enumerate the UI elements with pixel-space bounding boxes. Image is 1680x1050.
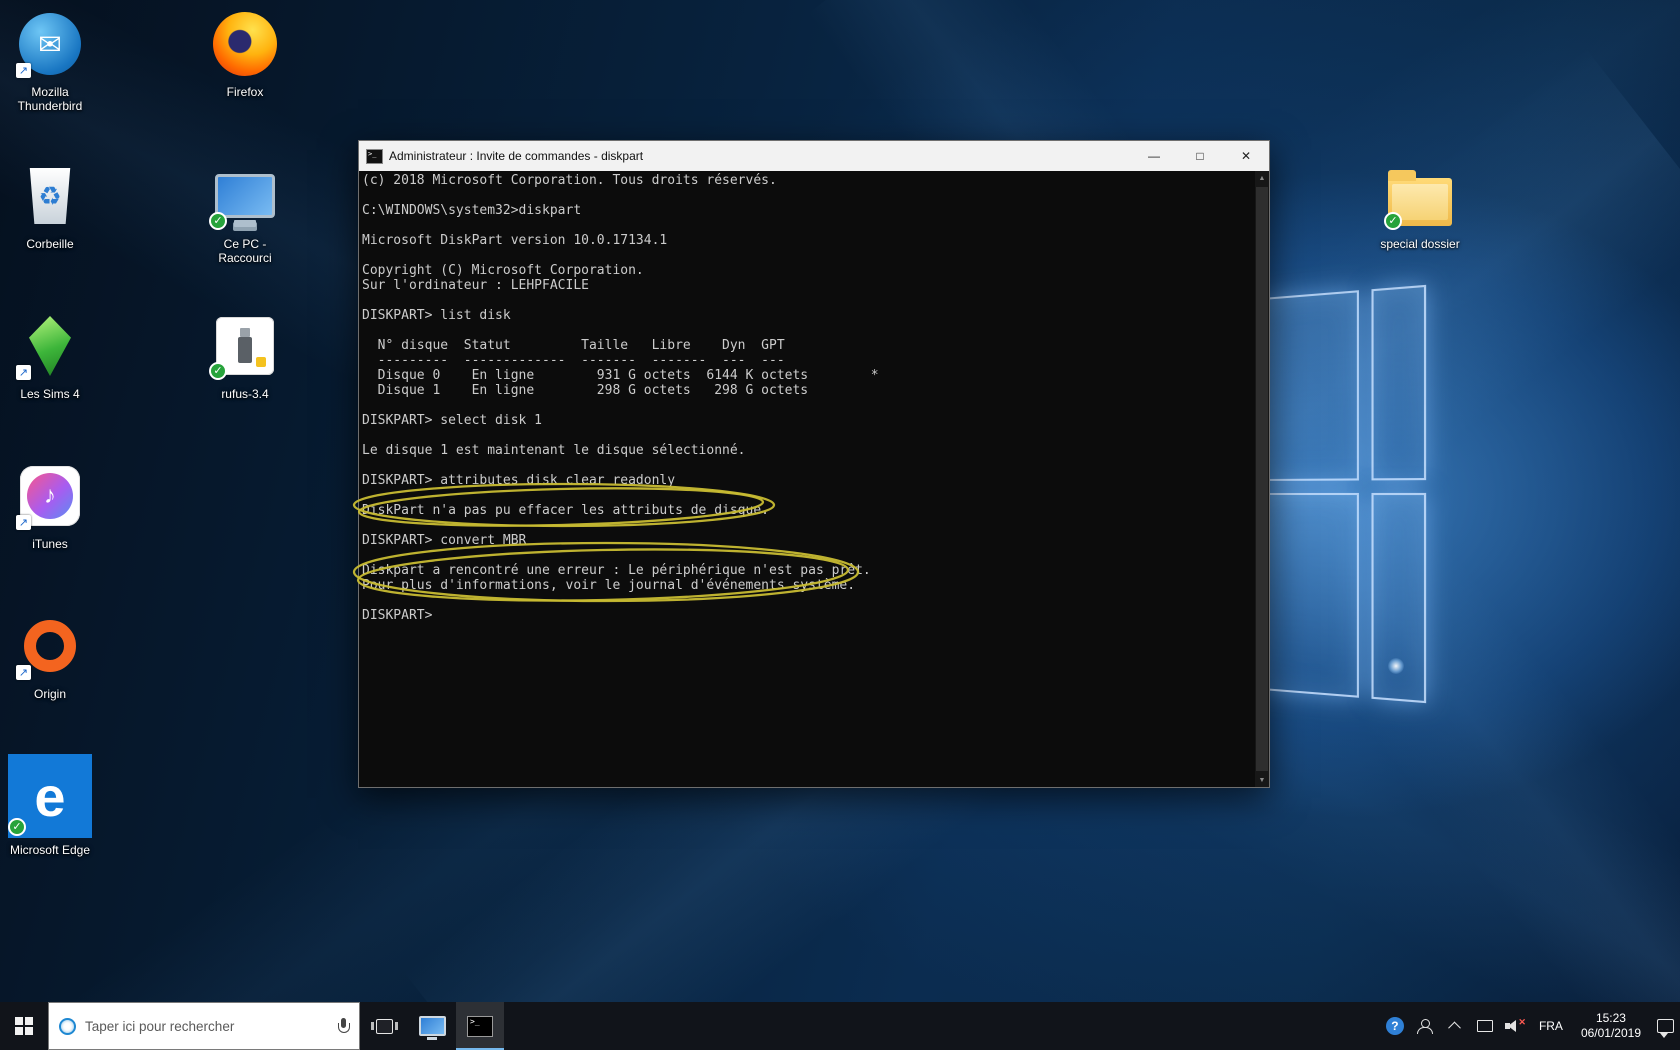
cortana-icon <box>59 1018 76 1035</box>
desktop-icon-label: Mozilla Thunderbird <box>2 85 98 114</box>
scroll-down-icon[interactable]: ▼ <box>1255 773 1269 787</box>
console-window-icon: >_ <box>366 149 383 164</box>
recycle-icon: ♻ <box>38 181 61 212</box>
action-center-button[interactable] <box>1650 1002 1680 1050</box>
cmd-window: >_ Administrateur : Invite de commandes … <box>358 140 1270 788</box>
envelope-icon: ✉ <box>38 28 61 61</box>
desktop-icon-itunes[interactable]: ♪ ↗ iTunes <box>2 460 98 551</box>
music-note-icon: ♪ <box>44 482 56 510</box>
window-title: Administrateur : Invite de commandes - d… <box>389 149 1131 163</box>
desktop-icon-firefox[interactable]: Firefox <box>197 8 293 99</box>
firefox-icon <box>209 8 281 80</box>
language-label: FRA <box>1533 1019 1569 1033</box>
clock-time: 15:23 <box>1596 1011 1626 1026</box>
taskbar: >_ ? ✕ FRA 15:23 06/01/2019 <box>0 1002 1680 1050</box>
folder-icon: ✓ <box>1384 160 1456 232</box>
sync-check-icon: ✓ <box>8 818 26 836</box>
console-output[interactable]: (c) 2018 Microsoft Corporation. Tous dro… <box>359 171 1255 787</box>
wallpaper-glow-dot <box>1388 658 1404 674</box>
close-icon: ✕ <box>1241 149 1251 163</box>
system-tray: ? ✕ FRA 15:23 06/01/2019 <box>1380 1002 1680 1050</box>
help-icon: ? <box>1386 1017 1404 1035</box>
desktop-icon-label: Ce PC - Raccourci <box>197 237 293 266</box>
windows-logo-pane <box>1262 290 1359 481</box>
clock[interactable]: 15:23 06/01/2019 <box>1572 1002 1650 1050</box>
maximize-button[interactable]: □ <box>1177 141 1223 171</box>
desktop-icon-label: Microsoft Edge <box>10 843 90 857</box>
desktop-icon-origin[interactable]: ↗ Origin <box>2 610 98 701</box>
shortcut-arrow-icon: ↗ <box>16 515 31 530</box>
desktop-icon-rufus[interactable]: ✓ rufus-3.4 <box>197 310 293 401</box>
volume-muted-icon: ✕ <box>1505 1019 1525 1034</box>
sync-check-icon: ✓ <box>1384 212 1402 230</box>
hidden-icons-button[interactable] <box>1440 1002 1470 1050</box>
computer-icon: ✓ <box>209 160 281 232</box>
language-indicator[interactable]: FRA <box>1530 1002 1572 1050</box>
console-area[interactable]: (c) 2018 Microsoft Corporation. Tous dro… <box>359 171 1269 787</box>
chevron-up-icon <box>1449 1021 1462 1034</box>
start-button[interactable] <box>0 1002 48 1050</box>
task-view-icon <box>376 1019 393 1034</box>
desktop-icon-les-sims-4[interactable]: ↗ Les Sims 4 <box>2 310 98 401</box>
shortcut-arrow-icon: ↗ <box>16 365 31 380</box>
desktop: ✉ ↗ Mozilla Thunderbird Firefox ♻ Corbei… <box>0 0 1680 1050</box>
windows-logo-wallpaper <box>1262 285 1426 703</box>
shortcut-arrow-icon: ↗ <box>16 665 31 680</box>
scrollbar-thumb[interactable] <box>1256 187 1268 771</box>
minimize-button[interactable]: — <box>1131 141 1177 171</box>
volume-tray-button[interactable]: ✕ <box>1500 1002 1530 1050</box>
search-input[interactable] <box>85 1019 329 1034</box>
usb-drive-icon: ✓ <box>209 310 281 382</box>
windows-start-icon <box>15 1017 33 1035</box>
computer-taskbar-icon <box>419 1016 446 1036</box>
recycle-bin-icon: ♻ <box>14 160 86 232</box>
edge-tile-icon: e ✓ <box>8 754 92 838</box>
taskbar-app-cmd[interactable]: >_ <box>456 1002 504 1050</box>
clock-date: 06/01/2019 <box>1581 1026 1641 1041</box>
sims-plumbob-icon: ↗ <box>14 310 86 382</box>
thunderbird-icon: ✉ ↗ <box>14 8 86 80</box>
window-titlebar[interactable]: >_ Administrateur : Invite de commandes … <box>359 141 1269 171</box>
desktop-icon-ce-pc[interactable]: ✓ Ce PC - Raccourci <box>197 160 293 266</box>
notification-icon <box>1657 1019 1674 1033</box>
help-tray-button[interactable]: ? <box>1380 1002 1410 1050</box>
console-scrollbar[interactable]: ▲ ▼ <box>1255 171 1269 787</box>
shortcut-arrow-icon: ↗ <box>16 63 31 78</box>
task-view-button[interactable] <box>360 1002 408 1050</box>
desktop-icon-thunderbird[interactable]: ✉ ↗ Mozilla Thunderbird <box>2 8 98 114</box>
people-tray-button[interactable] <box>1410 1002 1440 1050</box>
windows-logo-pane <box>1262 493 1359 698</box>
desktop-icon-corbeille[interactable]: ♻ Corbeille <box>2 160 98 251</box>
rufus-logo-dot <box>256 357 266 367</box>
desktop-icon-label: Les Sims 4 <box>20 387 79 401</box>
desktop-icon-label: Origin <box>34 687 66 701</box>
desktop-icon-microsoft-edge[interactable]: e ✓ Microsoft Edge <box>2 754 98 857</box>
desktop-icon-label: iTunes <box>32 537 68 551</box>
itunes-icon: ♪ ↗ <box>14 460 86 532</box>
sync-check-icon: ✓ <box>209 212 227 230</box>
taskbar-search[interactable] <box>48 1002 360 1050</box>
display-icon <box>1477 1020 1493 1032</box>
windows-logo-pane <box>1372 285 1426 480</box>
maximize-icon: □ <box>1196 149 1203 163</box>
desktop-icon-label: rufus-3.4 <box>221 387 268 401</box>
desktop-icon-label: Firefox <box>227 85 264 99</box>
taskbar-app-explorer[interactable] <box>408 1002 456 1050</box>
edge-e-icon: e <box>34 764 65 829</box>
minimize-icon: — <box>1148 149 1160 163</box>
desktop-icon-special-dossier[interactable]: ✓ special dossier <box>1372 160 1468 251</box>
people-icon <box>1416 1019 1433 1034</box>
cmd-taskbar-icon: >_ <box>467 1016 493 1037</box>
sync-check-icon: ✓ <box>209 362 227 380</box>
scroll-up-icon[interactable]: ▲ <box>1255 171 1269 185</box>
close-button[interactable]: ✕ <box>1223 141 1269 171</box>
origin-icon: ↗ <box>14 610 86 682</box>
display-tray-button[interactable] <box>1470 1002 1500 1050</box>
desktop-icon-label: special dossier <box>1380 237 1459 251</box>
microphone-icon[interactable] <box>338 1018 349 1035</box>
desktop-icon-label: Corbeille <box>26 237 73 251</box>
